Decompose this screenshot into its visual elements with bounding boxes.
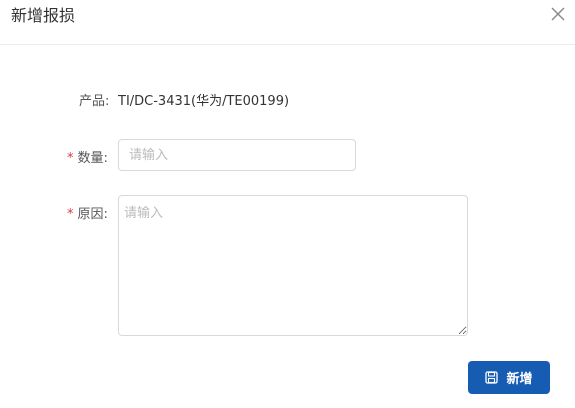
reason-label-group: * 原因:	[67, 203, 108, 222]
reason-textarea[interactable]	[118, 195, 468, 336]
report-damage-dialog: 新增报损 产品: TI/DC-3431(华为/TE00199) *数量: *原因…	[0, 0, 575, 408]
required-mark: *	[67, 207, 74, 222]
save-icon	[485, 371, 499, 384]
dialog-header: 新增报损	[0, 0, 575, 45]
close-icon	[551, 7, 565, 21]
add-button-label: 新增	[506, 372, 533, 387]
close-button[interactable]	[549, 5, 567, 23]
add-button[interactable]: 新增	[468, 361, 550, 394]
quantity-label: 数量:	[77, 151, 108, 166]
quantity-label-group: * 数量:	[67, 147, 108, 166]
dialog-title: 新增报损	[11, 6, 76, 25]
quantity-input[interactable]	[118, 139, 356, 171]
product-label: 产品:	[79, 94, 110, 109]
product-value: TI/DC-3431(华为/TE00199)	[118, 94, 290, 109]
reason-label: 原因:	[77, 207, 108, 222]
required-mark: *	[67, 151, 74, 166]
